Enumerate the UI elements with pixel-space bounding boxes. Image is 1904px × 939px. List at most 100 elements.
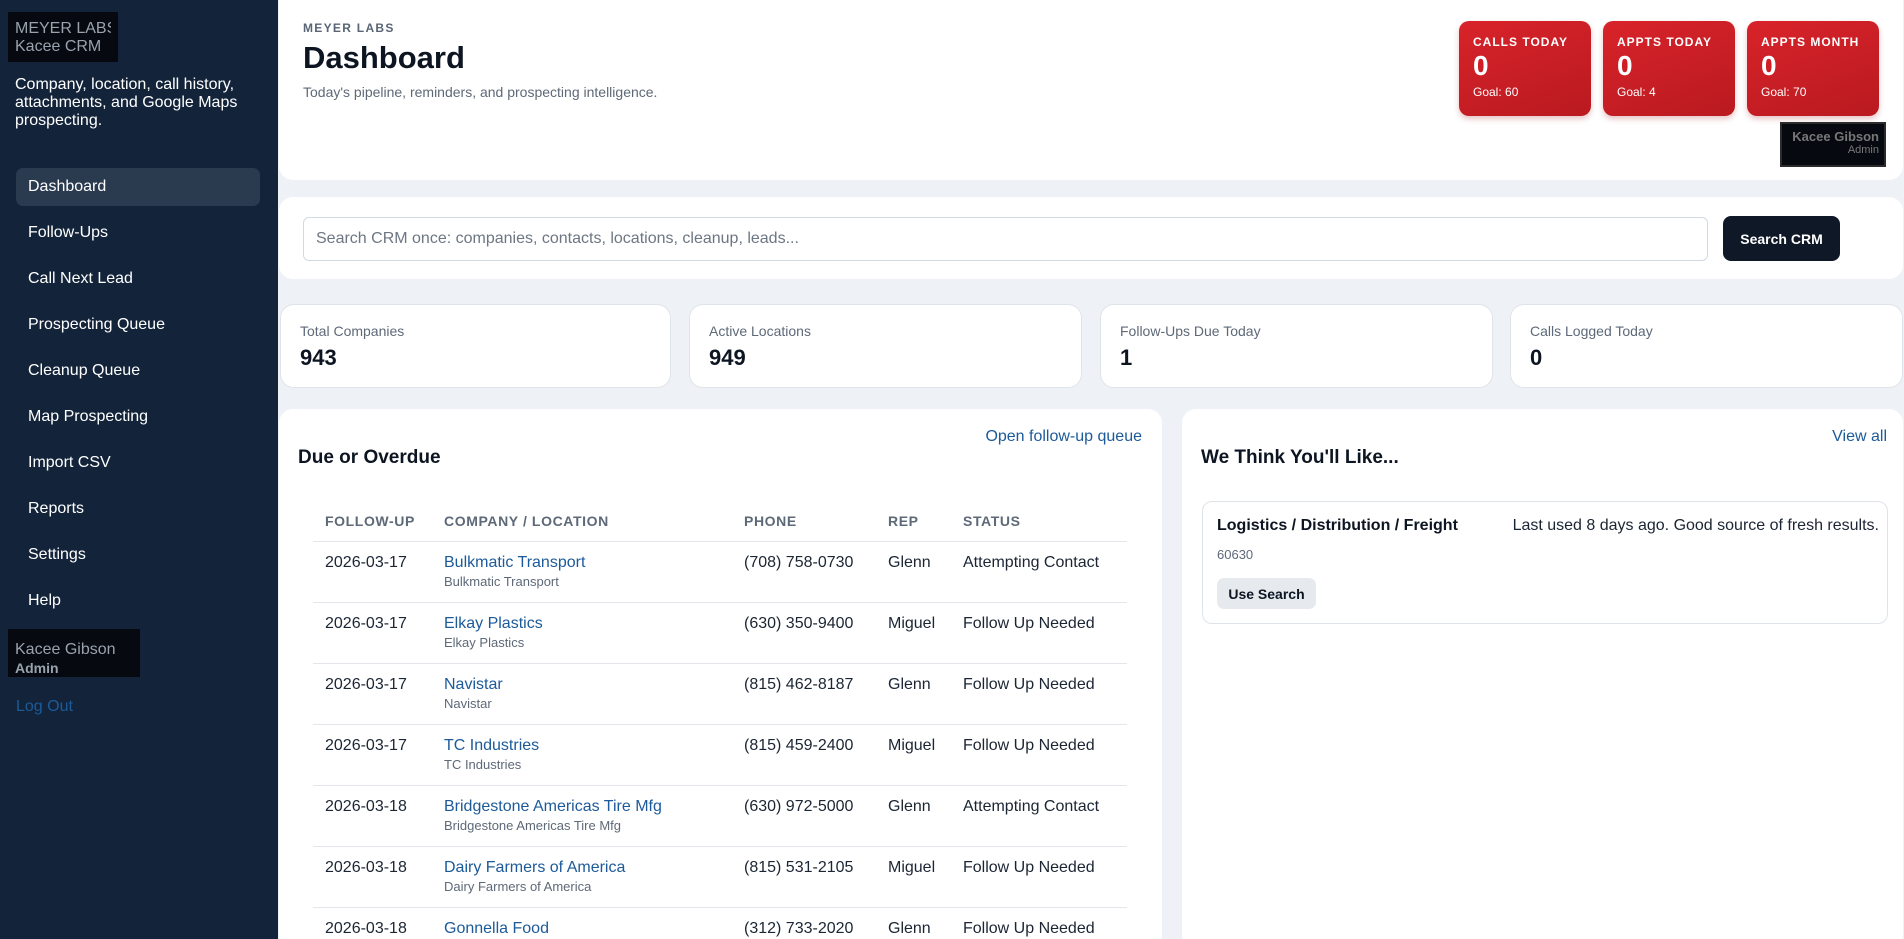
table-row: 2026-03-17 Navistar Navistar (815) 462-8… <box>313 663 1127 725</box>
row-phone: (630) 350-9400 <box>732 602 876 664</box>
page-title: Dashboard <box>303 40 465 75</box>
kpi-label: CALLS TODAY <box>1473 35 1569 49</box>
company-link[interactable]: TC Industries <box>444 737 732 755</box>
row-phone: (815) 459-2400 <box>732 724 876 786</box>
sidebar-user: Kacee Gibson Admin <box>8 629 140 677</box>
header-eyebrow: MEYER LABS <box>303 21 395 35</box>
kpi-value: 0 <box>1617 50 1633 81</box>
header-user-name: Kacee Gibson <box>1792 129 1879 144</box>
use-search-button[interactable]: Use Search <box>1217 578 1316 609</box>
kpi-label: APPTS MONTH <box>1761 35 1860 49</box>
sidebar-item-help[interactable]: Help <box>16 582 260 620</box>
view-all-link[interactable]: View all <box>1832 428 1887 446</box>
company-link[interactable]: Navistar <box>444 676 732 694</box>
company-link[interactable]: Dairy Farmers of America <box>444 859 732 877</box>
col-follow-up: FOLLOW-UP <box>313 501 432 542</box>
sidebar-item-follow-ups[interactable]: Follow-Ups <box>16 214 260 252</box>
location-name: Bulkmatic Transport <box>444 573 559 589</box>
table-row: 2026-03-18 Gonnella Food (312) 733-2020 … <box>313 907 1127 939</box>
stat-value: 0 <box>1530 345 1543 370</box>
table-header-row: FOLLOW-UP COMPANY / LOCATION PHONE REP S… <box>313 501 1127 542</box>
saved-search-item: Logistics / Distribution / Freight Last … <box>1202 501 1888 624</box>
company-link[interactable]: Bulkmatic Transport <box>444 554 732 572</box>
company-link[interactable]: Bridgestone Americas Tire Mfg <box>444 798 732 816</box>
row-phone: (815) 531-2105 <box>732 846 876 908</box>
search-card: Search CRM <box>279 197 1903 279</box>
company-link[interactable]: Gonnella Food <box>444 920 732 938</box>
sidebar-user-name: Kacee Gibson <box>15 641 116 658</box>
sidebar-item-call-next-lead[interactable]: Call Next Lead <box>16 260 260 298</box>
stat-calls-logged: Calls Logged Today 0 <box>1510 304 1903 388</box>
sidebar-item-dashboard[interactable]: Dashboard <box>16 168 260 206</box>
row-company-cell: Elkay Plastics Elkay Plastics <box>432 602 732 664</box>
saved-search-zip: 60630 <box>1217 547 1254 562</box>
search-crm-button[interactable]: Search CRM <box>1723 216 1840 261</box>
stat-value: 949 <box>709 345 746 370</box>
sidebar-user-role: Admin <box>15 660 59 676</box>
row-rep: Glenn <box>876 907 951 939</box>
kpi-goal: Goal: 70 <box>1761 85 1807 99</box>
location-name: Navistar <box>444 695 492 711</box>
sidebar-item-settings[interactable]: Settings <box>16 536 260 574</box>
kpi-appts-month: APPTS MONTH 0 Goal: 70 <box>1747 21 1879 116</box>
kpi-appts-today: APPTS TODAY 0 Goal: 4 <box>1603 21 1735 116</box>
col-company-location: COMPANY / LOCATION <box>432 501 732 542</box>
row-rep: Glenn <box>876 663 951 725</box>
header-user-role: Admin <box>1847 144 1879 156</box>
location-name: Bridgestone Americas Tire Mfg <box>444 817 622 833</box>
stat-label: Active Locations <box>709 323 811 339</box>
stat-active-locations: Active Locations 949 <box>689 304 1082 388</box>
brand-product: Kacee CRM <box>15 38 102 55</box>
header-user-badge[interactable]: Kacee Gibson Admin <box>1780 122 1886 167</box>
table-row: 2026-03-17 Bulkmatic Transport Bulkmatic… <box>313 541 1127 603</box>
kpi-label: APPTS TODAY <box>1617 35 1713 49</box>
row-company-cell: Dairy Farmers of America Dairy Farmers o… <box>432 846 732 908</box>
row-rep: Glenn <box>876 785 951 847</box>
sidebar-item-cleanup-queue[interactable]: Cleanup Queue <box>16 352 260 390</box>
row-company-cell: Bulkmatic Transport Bulkmatic Transport <box>432 541 732 603</box>
table-row: 2026-03-17 Elkay Plastics Elkay Plastics… <box>313 602 1127 664</box>
stat-label: Follow-Ups Due Today <box>1120 323 1261 339</box>
row-date: 2026-03-18 <box>313 846 432 908</box>
header-card: MEYER LABS Dashboard Today's pipeline, r… <box>279 0 1903 180</box>
kpi-goal: Goal: 60 <box>1473 85 1519 99</box>
row-rep: Miguel <box>876 602 951 664</box>
stat-value: 1 <box>1120 345 1133 370</box>
search-input[interactable] <box>303 217 1708 261</box>
kpi-value: 0 <box>1473 50 1489 81</box>
sidebar-item-prospecting-queue[interactable]: Prospecting Queue <box>16 306 260 344</box>
row-status: Follow Up Needed <box>951 724 1127 786</box>
location-name: TC Industries <box>444 756 522 772</box>
stat-label: Calls Logged Today <box>1530 323 1653 339</box>
row-company-cell: TC Industries TC Industries <box>432 724 732 786</box>
col-rep: REP <box>876 501 951 542</box>
row-rep: Miguel <box>876 724 951 786</box>
row-phone: (630) 972-5000 <box>732 785 876 847</box>
stat-label: Total Companies <box>300 323 405 339</box>
logout-link[interactable]: Log Out <box>16 698 73 716</box>
row-rep: Glenn <box>876 541 951 603</box>
row-rep: Miguel <box>876 846 951 908</box>
row-date: 2026-03-17 <box>313 602 432 664</box>
brand-logo: MEYER LABS Kacee CRM <box>8 12 118 62</box>
page-subtitle: Today's pipeline, reminders, and prospec… <box>303 84 658 100</box>
row-phone: (312) 733-2020 <box>732 907 876 939</box>
row-status: Follow Up Needed <box>951 846 1127 908</box>
sidebar-item-import-csv[interactable]: Import CSV <box>16 444 260 482</box>
table-row: 2026-03-18 Dairy Farmers of America Dair… <box>313 846 1127 908</box>
company-link[interactable]: Elkay Plastics <box>444 615 732 633</box>
sidebar-tagline: Company, location, call history, attachm… <box>15 76 238 129</box>
saved-search-title: Logistics / Distribution / Freight <box>1217 517 1458 534</box>
row-status: Attempting Contact <box>951 541 1127 603</box>
stat-follow-ups-due: Follow-Ups Due Today 1 <box>1100 304 1493 388</box>
sidebar-item-reports[interactable]: Reports <box>16 490 260 528</box>
sidebar-item-map-prospecting[interactable]: Map Prospecting <box>16 398 260 436</box>
due-overdue-card: Due or Overdue Open follow-up queue FOLL… <box>279 409 1162 939</box>
due-table: FOLLOW-UP COMPANY / LOCATION PHONE REP S… <box>313 501 1127 939</box>
table-row: 2026-03-17 TC Industries TC Industries (… <box>313 724 1127 786</box>
row-status: Follow Up Needed <box>951 907 1127 939</box>
open-follow-up-queue-link[interactable]: Open follow-up queue <box>985 428 1142 446</box>
sidebar-nav: Dashboard Follow-Ups Call Next Lead Pros… <box>16 168 260 628</box>
brand-name: MEYER LABS <box>15 20 111 37</box>
due-card-title: Due or Overdue <box>298 447 441 468</box>
